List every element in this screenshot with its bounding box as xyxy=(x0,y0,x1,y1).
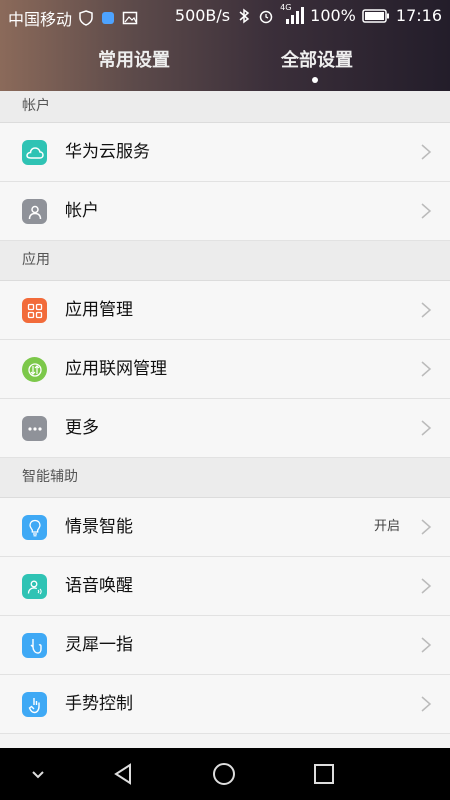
chevron-right-icon xyxy=(421,696,432,712)
row-gesture-control[interactable]: 手势控制 xyxy=(0,675,450,734)
row-label: 手势控制 xyxy=(65,694,133,714)
row-label: 华为云服务 xyxy=(65,142,150,162)
header: 中国移动 500B/s 4G 100% 17:16 常用设置 全部设置 xyxy=(0,0,450,91)
section-header-apps: 应用 xyxy=(0,241,450,281)
apps-grid-icon xyxy=(22,298,47,323)
row-situational-intelligence[interactable]: 情景智能 开启 xyxy=(0,498,450,557)
signal-icon: 4G xyxy=(280,3,305,25)
row-huawei-cloud[interactable]: 华为云服务 xyxy=(0,123,450,182)
chevron-right-icon xyxy=(421,361,432,377)
voice-user-icon xyxy=(22,574,47,599)
row-app-management[interactable]: 应用管理 xyxy=(0,281,450,340)
network-speed: 500B/s xyxy=(174,6,231,25)
user-icon xyxy=(22,199,47,224)
chevron-right-icon xyxy=(421,637,432,653)
chevron-right-icon xyxy=(421,519,432,535)
network-icon xyxy=(22,357,47,382)
section-header-account: 帐户 xyxy=(0,91,450,123)
row-account[interactable]: 帐户 xyxy=(0,182,450,241)
row-app-network-management[interactable]: 应用联网管理 xyxy=(0,340,450,399)
battery-icon xyxy=(362,8,389,23)
chevron-right-icon xyxy=(421,302,432,318)
row-label: 情景智能 xyxy=(65,517,133,537)
row-label: 帐户 xyxy=(65,201,99,221)
settings-tabs: 常用设置 全部设置 xyxy=(0,46,450,83)
tab-common-settings[interactable]: 常用设置 xyxy=(98,46,170,72)
tab-all-settings[interactable]: 全部设置 xyxy=(281,46,353,72)
row-voice-wakeup[interactable]: 语音唤醒 xyxy=(0,557,450,616)
home-icon[interactable] xyxy=(212,762,236,786)
active-tab-indicator xyxy=(312,77,318,83)
bulb-icon xyxy=(22,515,47,540)
row-knuckle-gesture[interactable]: 灵犀一指 xyxy=(0,616,450,675)
navigation-bar xyxy=(0,748,450,800)
app-notification-icon xyxy=(102,12,115,24)
row-more[interactable]: 更多 xyxy=(0,399,450,458)
knuckle-icon xyxy=(22,633,47,658)
alarm-icon xyxy=(259,10,273,23)
status-value: 开启 xyxy=(373,519,400,534)
battery-percent: 100% xyxy=(310,6,356,25)
clock: 17:16 xyxy=(395,6,442,25)
more-dots-icon xyxy=(22,416,47,441)
chevron-right-icon xyxy=(421,578,432,594)
settings-list: 帐户 华为云服务 帐户 应用 应用管理 应用联网管理 更多 智能辅助 情景智能 … xyxy=(0,91,450,748)
gesture-hand-icon xyxy=(22,692,47,717)
collapse-nav-icon[interactable] xyxy=(26,762,50,786)
row-label: 应用管理 xyxy=(65,300,133,320)
chevron-right-icon xyxy=(421,203,432,219)
status-bar: 中国移动 500B/s 4G 100% 17:16 xyxy=(0,0,450,32)
bluetooth-icon xyxy=(239,8,250,23)
vpn-shield-icon xyxy=(79,10,93,26)
chevron-right-icon xyxy=(421,420,432,436)
row-label: 应用联网管理 xyxy=(65,359,167,379)
chevron-right-icon xyxy=(421,144,432,160)
back-icon[interactable] xyxy=(112,762,136,786)
recents-icon[interactable] xyxy=(312,762,336,786)
carrier-label: 中国移动 xyxy=(8,10,73,29)
section-header-smart-assist: 智能辅助 xyxy=(0,458,450,498)
row-label: 灵犀一指 xyxy=(65,635,133,655)
image-notification-icon xyxy=(122,11,138,25)
row-label: 更多 xyxy=(65,418,99,438)
row-label: 语音唤醒 xyxy=(65,576,133,596)
cloud-icon xyxy=(22,140,47,165)
